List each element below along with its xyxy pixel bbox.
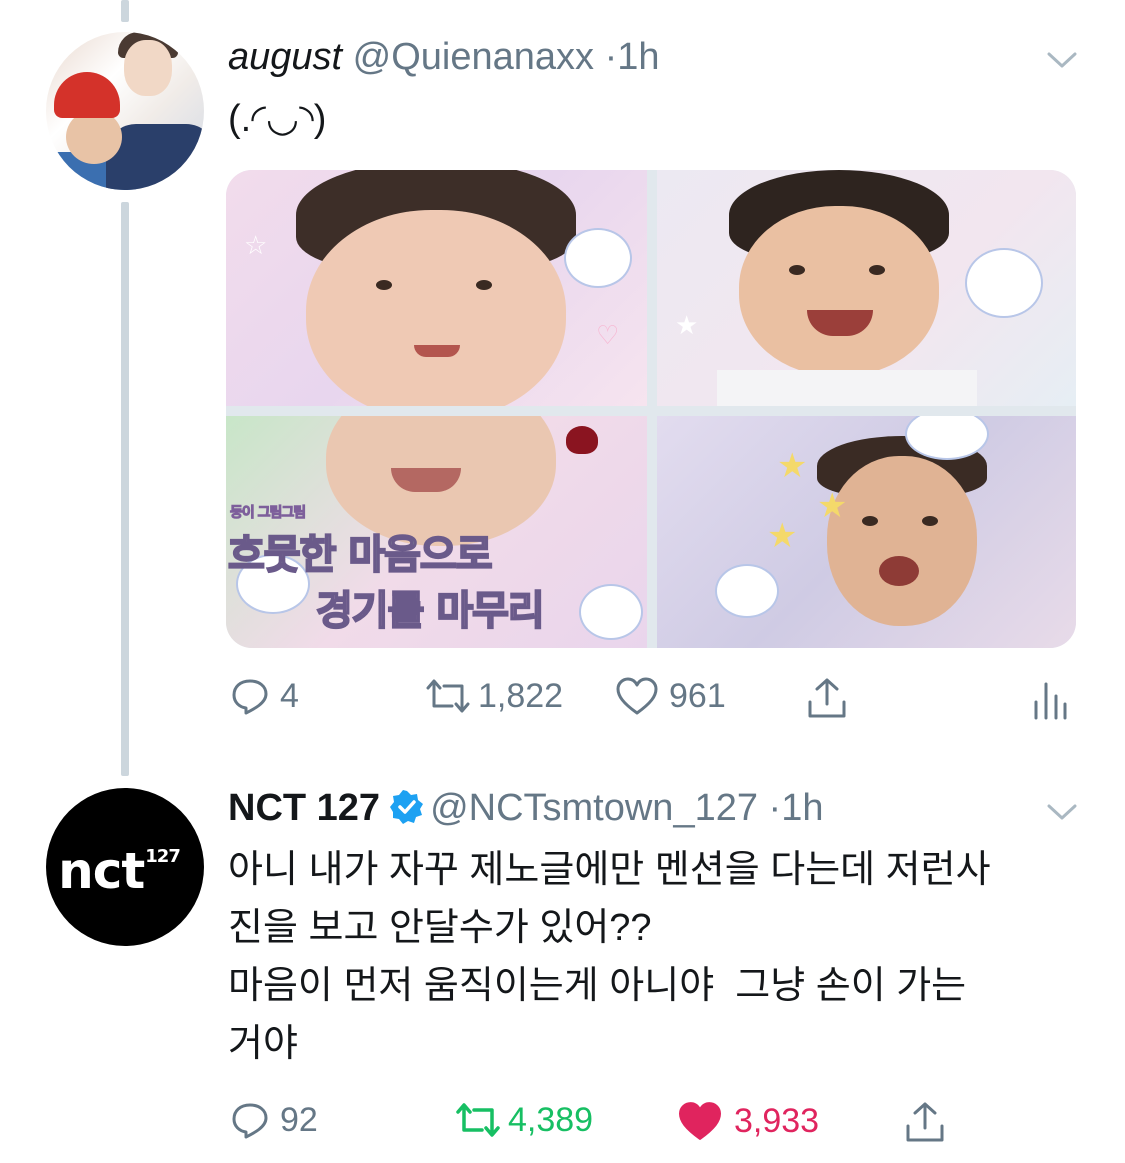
media-photo-1[interactable]: ☆ ♡ [226,170,647,406]
retweet-button[interactable]: 1,822 [422,676,563,716]
timestamp[interactable]: 1h [781,787,823,829]
chevron-down-icon[interactable] [1047,51,1077,69]
sparkle-icon: ♡ [596,320,620,350]
share-button[interactable] [806,676,848,720]
reply-count: 4 [280,676,299,715]
heart-icon [616,677,658,715]
retweet-icon [426,679,470,713]
media-caption-small: 둥이 그림그림 [229,505,306,522]
tweet-header: NCT 127 @NCTsmtown_127 ·1h [228,787,823,830]
bunny-sticker-icon [566,230,630,286]
avatar-nct127[interactable]: nct127 [46,788,204,946]
separator-dot: · [768,787,782,829]
star-icon: ★ [767,517,798,555]
analytics-button[interactable] [1032,680,1068,720]
reply-button[interactable]: 92 [230,1100,318,1140]
media-photo-3[interactable]: 둥이 그림그림 흐뭇한 마음으로 경기를 마무리 [226,416,647,648]
sparkle-icon: ★ [675,310,699,340]
media-photo-2[interactable]: ★ [657,170,1076,406]
tweet-text: 아니 내가 자꾸 제노글에만 멘션을 다는데 저런사 진을 보고 안달수가 있어… [228,841,991,1073]
tweet-text: (.◜◡◝) [228,98,327,140]
media-photo-4[interactable]: ★ ★ ★ [657,416,1076,648]
reply-count: 92 [280,1100,318,1139]
retweet-icon [456,1103,500,1137]
tweet-text-line: 거야 [228,1023,298,1065]
chevron-down-icon[interactable] [1047,803,1077,821]
reply-icon [232,1103,268,1139]
sparkle-icon: ☆ [244,230,268,260]
bunny-sticker-icon [717,566,777,616]
share-icon [808,678,846,718]
display-name[interactable]: august [228,36,342,78]
bunny-sticker-icon [967,250,1041,316]
retweet-count: 1,822 [478,676,564,715]
star-icon: ★ [817,487,848,525]
tweet-header: august @Quienanaxx ·1h [228,36,660,79]
like-button[interactable]: 961 [615,676,726,716]
bar-chart-icon [1034,682,1067,720]
retweet-count: 4,389 [508,1100,594,1139]
like-button[interactable]: 3,933 [676,1100,819,1142]
like-count: 3,933 [734,1101,820,1140]
share-button[interactable] [904,1100,946,1144]
thread-line-top [121,0,129,22]
heart-filled-icon [679,1102,721,1140]
star-icon: ★ [777,447,808,485]
media-grid[interactable]: ☆ ♡ ★ 둥이 그림그림 흐뭇한 마음으로 경기를 마무리 ★ ★ ★ [226,170,1076,648]
tweet-text-line: 아니 내가 자꾸 제노글에만 멘션을 다는데 저런사 [228,849,991,891]
separator-dot: · [604,36,618,78]
reply-button[interactable]: 4 [230,676,299,716]
user-handle[interactable]: @Quienanaxx [353,36,594,78]
bunny-sticker-icon [581,586,641,638]
verified-badge-icon [390,790,424,824]
avatar-august[interactable] [46,32,204,190]
reply-icon [232,679,268,715]
thread-line [121,202,129,776]
like-count: 961 [669,676,726,715]
nct127-logo: nct127 [58,842,181,900]
timestamp[interactable]: 1h [617,36,659,78]
user-handle[interactable]: @NCTsmtown_127 [430,787,758,829]
media-caption-line2: 경기를 마무리 [315,587,546,635]
tweet-text-line: 진을 보고 안달수가 있어?? [228,907,652,949]
retweet-button[interactable]: 4,389 [452,1100,593,1140]
share-icon [906,1102,944,1142]
media-caption-line1: 흐뭇한 마음으로 [227,531,494,579]
display-name[interactable]: NCT 127 [228,787,380,829]
tweet-text-line: 마음이 먼저 움직이는게 아니야 그냥 손이 가는 [228,965,967,1007]
